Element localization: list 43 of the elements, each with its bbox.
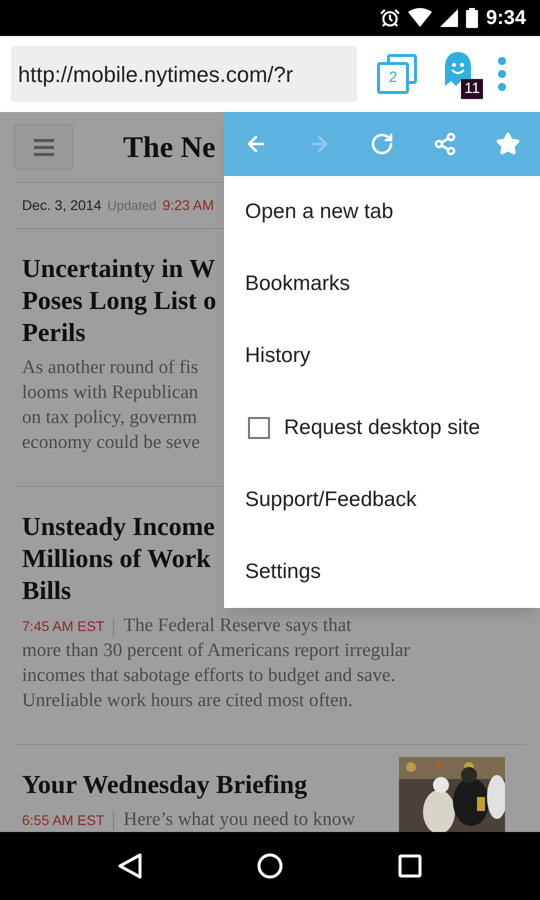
home-nav-button[interactable] [256, 852, 284, 880]
summary-line: incomes that sabotage efforts to budget and save. [22, 664, 396, 688]
headline-line[interactable]: Your Wednesday Briefing [22, 769, 308, 801]
wifi-icon [408, 8, 432, 28]
hamburger-button[interactable] [14, 124, 73, 170]
summary-line: economy could be seve [22, 431, 200, 456]
back-nav-button[interactable] [116, 852, 143, 880]
star-icon[interactable] [496, 132, 520, 156]
url-field[interactable]: http://mobile.nytimes.com/?r [11, 46, 357, 102]
masthead-logo[interactable]: The Ne [123, 124, 216, 170]
summary-line: Unreliable work hours are cited most often. [22, 689, 353, 714]
summary-line: looms with Republican [22, 381, 198, 406]
headline-line[interactable]: Poses Long List o [22, 285, 216, 317]
clock-time: 9:34 [486, 6, 526, 31]
updated-time: 9:23 AM [162, 196, 214, 215]
reload-icon[interactable] [370, 132, 394, 156]
headline-line[interactable]: Perils [22, 317, 86, 349]
signal-icon [440, 9, 458, 27]
headline-line[interactable]: Uncertainty in W [22, 253, 216, 285]
menu-item[interactable]: Support/Feedback [224, 464, 540, 536]
summary-line: on tax policy, governm [22, 406, 198, 430]
alarm-icon [380, 8, 400, 28]
menu-item[interactable]: Bookmarks [224, 248, 540, 320]
menu-item[interactable]: History [224, 320, 540, 392]
summary-line: more than 30 percent of Americans report irregular [22, 639, 410, 664]
summary-line: As another round of fis [22, 356, 198, 380]
share-icon[interactable] [433, 132, 458, 156]
article-time: 7:45 AM EST [22, 617, 104, 636]
headline-line[interactable]: Bills [22, 575, 72, 607]
checkbox-menu-item[interactable]: Request desktop site [224, 392, 540, 464]
summary-line: Here’s what you need to know [123, 808, 356, 832]
menu-item[interactable]: Open a new tab [224, 176, 540, 248]
recents-nav-button[interactable] [397, 853, 424, 879]
ghost-button[interactable]: 11 [439, 49, 483, 99]
summary-line: The Federal Reserve says that [123, 614, 352, 638]
menu-item[interactable]: Settings [224, 536, 540, 608]
updated-label: Updated [107, 196, 157, 215]
headline-line[interactable]: Millions of Work [22, 543, 211, 575]
battery-icon [466, 8, 478, 28]
article-date: Dec. 3, 2014 [22, 196, 102, 215]
article-time: 6:55 AM EST [22, 811, 104, 830]
checkbox[interactable] [248, 417, 270, 439]
headline-line[interactable]: Unsteady Income [22, 511, 215, 543]
